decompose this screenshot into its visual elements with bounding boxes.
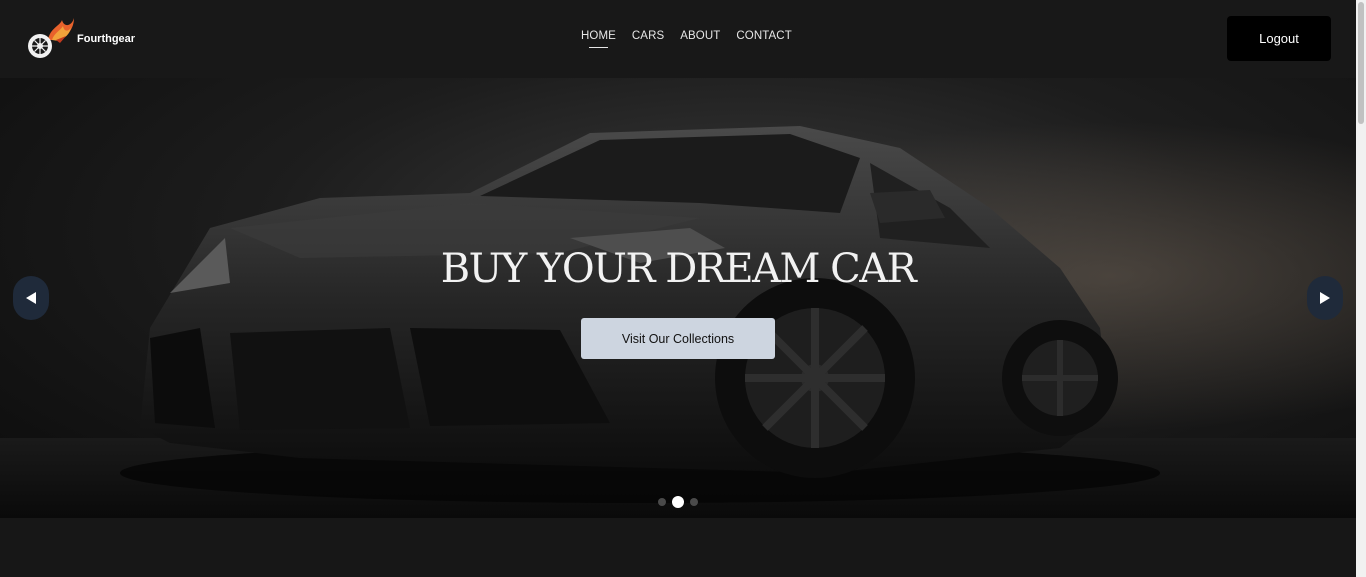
visit-collections-button[interactable]: Visit Our Collections <box>581 318 775 359</box>
hero-car-image <box>0 78 1356 518</box>
logout-button[interactable]: Logout <box>1227 16 1331 61</box>
hero-carousel: BUY YOUR DREAM CAR Visit Our Collections <box>0 78 1356 518</box>
nav-item-contact[interactable]: CONTACT <box>736 30 791 46</box>
carousel-dot-3[interactable] <box>690 498 698 506</box>
page-scrollbar[interactable] <box>1356 0 1366 577</box>
scrollbar-thumb[interactable] <box>1358 2 1364 124</box>
nav-item-home[interactable]: HOME <box>581 30 616 48</box>
carousel-dot-2[interactable] <box>672 496 684 508</box>
nav-item-about[interactable]: ABOUT <box>680 30 720 46</box>
main-nav: HOME CARS ABOUT CONTACT <box>581 30 792 48</box>
carousel-indicators <box>658 496 698 508</box>
top-nav-bar: Fourthgear HOME CARS ABOUT CONTACT Logou… <box>0 0 1356 78</box>
brand-name: Fourthgear <box>77 33 136 45</box>
page: Fourthgear HOME CARS ABOUT CONTACT Logou… <box>0 0 1366 577</box>
carousel-dot-1[interactable] <box>658 498 666 506</box>
triangle-left-icon <box>26 292 36 304</box>
triangle-right-icon <box>1320 292 1330 304</box>
hero-title: BUY YOUR DREAM CAR <box>440 246 917 292</box>
nav-item-cars[interactable]: CARS <box>632 30 664 46</box>
logo[interactable]: Fourthgear <box>26 16 135 60</box>
tire-flame-logo-icon <box>28 18 74 58</box>
